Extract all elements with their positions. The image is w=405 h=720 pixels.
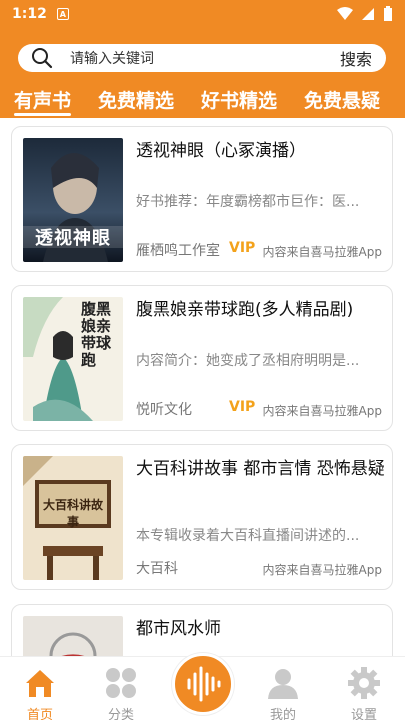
nav-home-label: 首页 xyxy=(26,708,53,720)
book-source: 内容来自喜马拉雅App xyxy=(262,563,382,577)
nav-mine-label: 我的 xyxy=(269,708,296,720)
status-icons xyxy=(337,6,393,22)
app-screen: 1:12 A 请输入关键词 搜索 有声书 免费精选 好书精选 免费悬疑 透视神眼… xyxy=(0,0,405,720)
book-description: 内容简介：她变成了丞相府明明是... xyxy=(136,353,360,369)
vip-badge: VIP xyxy=(229,240,256,256)
tab-free-picks[interactable]: 免费精选 xyxy=(98,80,174,118)
book-cover[interactable]: 腹黑娘亲带球跑 xyxy=(23,297,123,421)
notification-icon: A xyxy=(56,8,69,20)
search-input[interactable]: 请输入关键词 xyxy=(70,48,340,68)
status-time: 1:12 xyxy=(12,6,47,22)
book-author: 大百科 xyxy=(136,561,178,577)
book-title: 都市风水师 xyxy=(136,619,221,639)
tab-audiobook[interactable]: 有声书 xyxy=(14,80,72,118)
nav-category-label: 分类 xyxy=(107,708,134,720)
category-icon xyxy=(106,668,136,698)
vip-badge: VIP xyxy=(229,399,256,415)
cover-title: 透视神眼 xyxy=(35,228,111,249)
book-card[interactable]: 都市风水师 xyxy=(11,604,393,656)
book-title: 腹黑娘亲带球跑(多人精品剧) xyxy=(136,300,354,320)
gear-icon xyxy=(348,667,380,699)
nav-settings-label: 设置 xyxy=(350,708,377,720)
book-description: 本专辑收录着大百科直播间讲述的... xyxy=(136,528,360,544)
book-card[interactable]: 腹黑娘亲带球跑 腹黑娘亲带球跑(多人精品剧) 内容简介：她变成了丞相府明明是..… xyxy=(11,285,393,431)
header: 请输入关键词 搜索 有声书 免费精选 好书精选 免费悬疑 xyxy=(0,28,405,118)
signal-icon xyxy=(362,8,374,20)
player-button[interactable] xyxy=(172,653,234,715)
search-bar[interactable]: 请输入关键词 搜索 xyxy=(18,44,386,72)
search-button[interactable]: 搜索 xyxy=(340,46,372,70)
book-source: 内容来自喜马拉雅App xyxy=(262,245,382,259)
tab-free-suspense[interactable]: 免费悬疑 xyxy=(304,80,380,118)
nav-settings[interactable]: 设置 xyxy=(324,657,404,720)
book-card[interactable]: 透视神眼 透视神眼（心冢演播） 好书推荐：年度霸榜都市巨作：医... 雁栖鸣工作… xyxy=(11,126,393,272)
book-author: 雁栖鸣工作室 xyxy=(136,243,220,259)
book-cover[interactable] xyxy=(23,616,123,656)
cover-title: 腹黑娘亲带球跑 xyxy=(81,300,112,369)
book-cover[interactable]: 大百科讲故事 xyxy=(23,456,123,580)
book-title: 大百科讲故事 都市言情 恐怖悬疑 xyxy=(136,459,385,479)
book-list[interactable]: 透视神眼 透视神眼（心冢演播） 好书推荐：年度霸榜都市巨作：医... 雁栖鸣工作… xyxy=(0,118,405,656)
nav-mine[interactable]: 我的 xyxy=(243,657,323,720)
nav-home[interactable]: 首页 xyxy=(0,657,80,720)
category-tabs: 有声书 免费精选 好书精选 免费悬疑 xyxy=(0,80,405,118)
book-card[interactable]: 大百科讲故事 大百科讲故事 都市言情 恐怖悬疑 本专辑收录着大百科直播间讲述的.… xyxy=(11,444,393,590)
book-title: 透视神眼（心冢演播） xyxy=(136,141,306,161)
user-icon xyxy=(268,669,298,699)
book-author: 悦听文化 xyxy=(136,402,192,418)
nav-category[interactable]: 分类 xyxy=(81,657,161,720)
cover-title: 大百科讲故事 xyxy=(42,498,103,529)
battery-icon xyxy=(384,6,392,21)
wifi-icon xyxy=(337,7,353,20)
search-icon xyxy=(32,48,53,69)
bottom-nav: 首页 分类 我的 设置 xyxy=(0,653,405,720)
waveform-icon xyxy=(187,666,221,702)
book-description: 好书推荐：年度霸榜都市巨作：医... xyxy=(136,194,360,210)
book-source: 内容来自喜马拉雅App xyxy=(262,404,382,418)
book-cover[interactable]: 透视神眼 xyxy=(23,138,123,262)
home-icon xyxy=(26,670,54,697)
tab-good-books[interactable]: 好书精选 xyxy=(201,80,277,118)
status-bar: 1:12 A xyxy=(0,0,405,28)
